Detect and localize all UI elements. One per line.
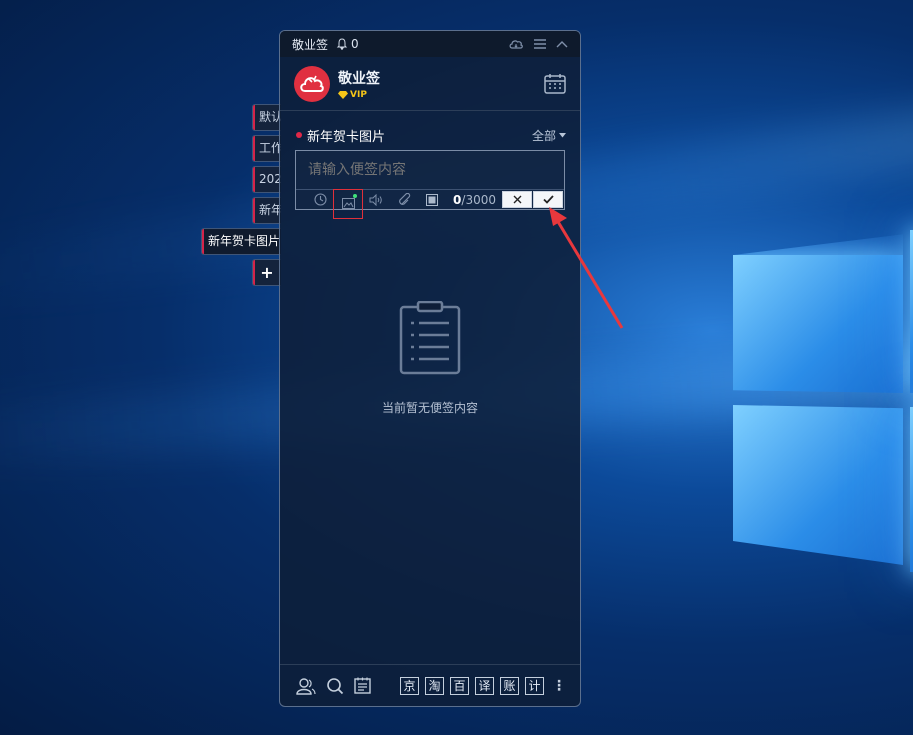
close-icon: [513, 195, 521, 204]
shortcut-baidu[interactable]: 百: [450, 676, 469, 695]
char-counter: 0/3000: [453, 193, 496, 207]
cloud-sync-icon[interactable]: [508, 38, 524, 50]
filter-dropdown[interactable]: 全部: [532, 127, 566, 144]
insert-image-button[interactable]: [333, 188, 363, 219]
category-color-dot: [296, 132, 302, 138]
filter-label: 全部: [531, 128, 556, 143]
avatar[interactable]: [294, 65, 330, 102]
note-widget: 敬业签 0 敬业签 VIP 新年贺卡图片 全部 请输入便签内容 0/3000 当…: [279, 30, 581, 707]
format-button[interactable]: [418, 190, 446, 210]
status-dot: [353, 193, 357, 198]
bell-icon[interactable]: [336, 38, 348, 50]
image-icon: [341, 198, 355, 209]
shortcut-jd[interactable]: 京: [400, 676, 419, 695]
voice-button[interactable]: [362, 190, 390, 210]
confirm-button[interactable]: [533, 191, 563, 208]
category-tab-work[interactable]: 工作: [252, 135, 281, 162]
cancel-button[interactable]: [502, 191, 532, 208]
clipboard-icon: [399, 300, 461, 375]
caret-down-icon: [559, 132, 566, 137]
bottom-toolbar: 京 淘 百 译 账 计 ⋮: [280, 664, 580, 706]
title-bar: 敬业签 0: [280, 31, 580, 57]
app-name: 敬业签: [292, 37, 329, 52]
empty-message: 当前暂无便签内容: [381, 401, 478, 415]
empty-state: 当前暂无便签内容: [280, 300, 580, 416]
char-limit: /3000: [461, 192, 496, 207]
shortcut-account[interactable]: 账: [500, 676, 519, 695]
category-tab-2021[interactable]: 202: [252, 166, 281, 193]
attachment-button[interactable]: [390, 190, 418, 210]
add-category-button[interactable]: +: [252, 259, 281, 286]
search-icon[interactable]: [326, 677, 344, 695]
vip-badge: VIP: [338, 90, 380, 100]
category-title: 新年贺卡图片: [307, 129, 386, 145]
square-icon: [426, 193, 438, 206]
contacts-icon[interactable]: [296, 677, 316, 695]
category-header: 新年贺卡图片 全部: [280, 111, 580, 147]
category-tab-default[interactable]: 默认: [252, 104, 281, 131]
windows-logo: [725, 225, 913, 585]
category-tab-newyear-cards[interactable]: 新年贺卡图片: [201, 228, 281, 255]
menu-icon[interactable]: [534, 39, 546, 49]
editor-toolbar: 0/3000: [296, 188, 564, 219]
shortcut-taobao[interactable]: 淘: [425, 676, 444, 695]
cloud-logo-icon: [300, 75, 324, 92]
paperclip-icon: [398, 193, 410, 205]
speaker-icon: [369, 193, 382, 206]
clock-icon: [313, 193, 327, 206]
notification-count: 0: [351, 37, 359, 51]
shortcut-calculator[interactable]: 计: [525, 676, 544, 695]
diamond-icon: [338, 90, 348, 99]
reminder-button[interactable]: [306, 190, 334, 210]
user-name: 敬业签: [338, 70, 380, 87]
user-header: 敬业签 VIP: [280, 57, 580, 111]
more-options-icon[interactable]: ⋮: [552, 678, 566, 694]
calendar-icon[interactable]: [544, 73, 566, 95]
note-editor: 0/3000: [295, 150, 565, 219]
collapse-icon[interactable]: [556, 40, 568, 48]
note-input[interactable]: [296, 151, 564, 189]
shortcut-translate[interactable]: 译: [475, 676, 494, 695]
vip-label: VIP: [350, 89, 367, 100]
check-icon: [542, 195, 554, 204]
category-tab-newyear[interactable]: 新年: [252, 197, 281, 224]
notes-list-icon[interactable]: [354, 677, 371, 694]
